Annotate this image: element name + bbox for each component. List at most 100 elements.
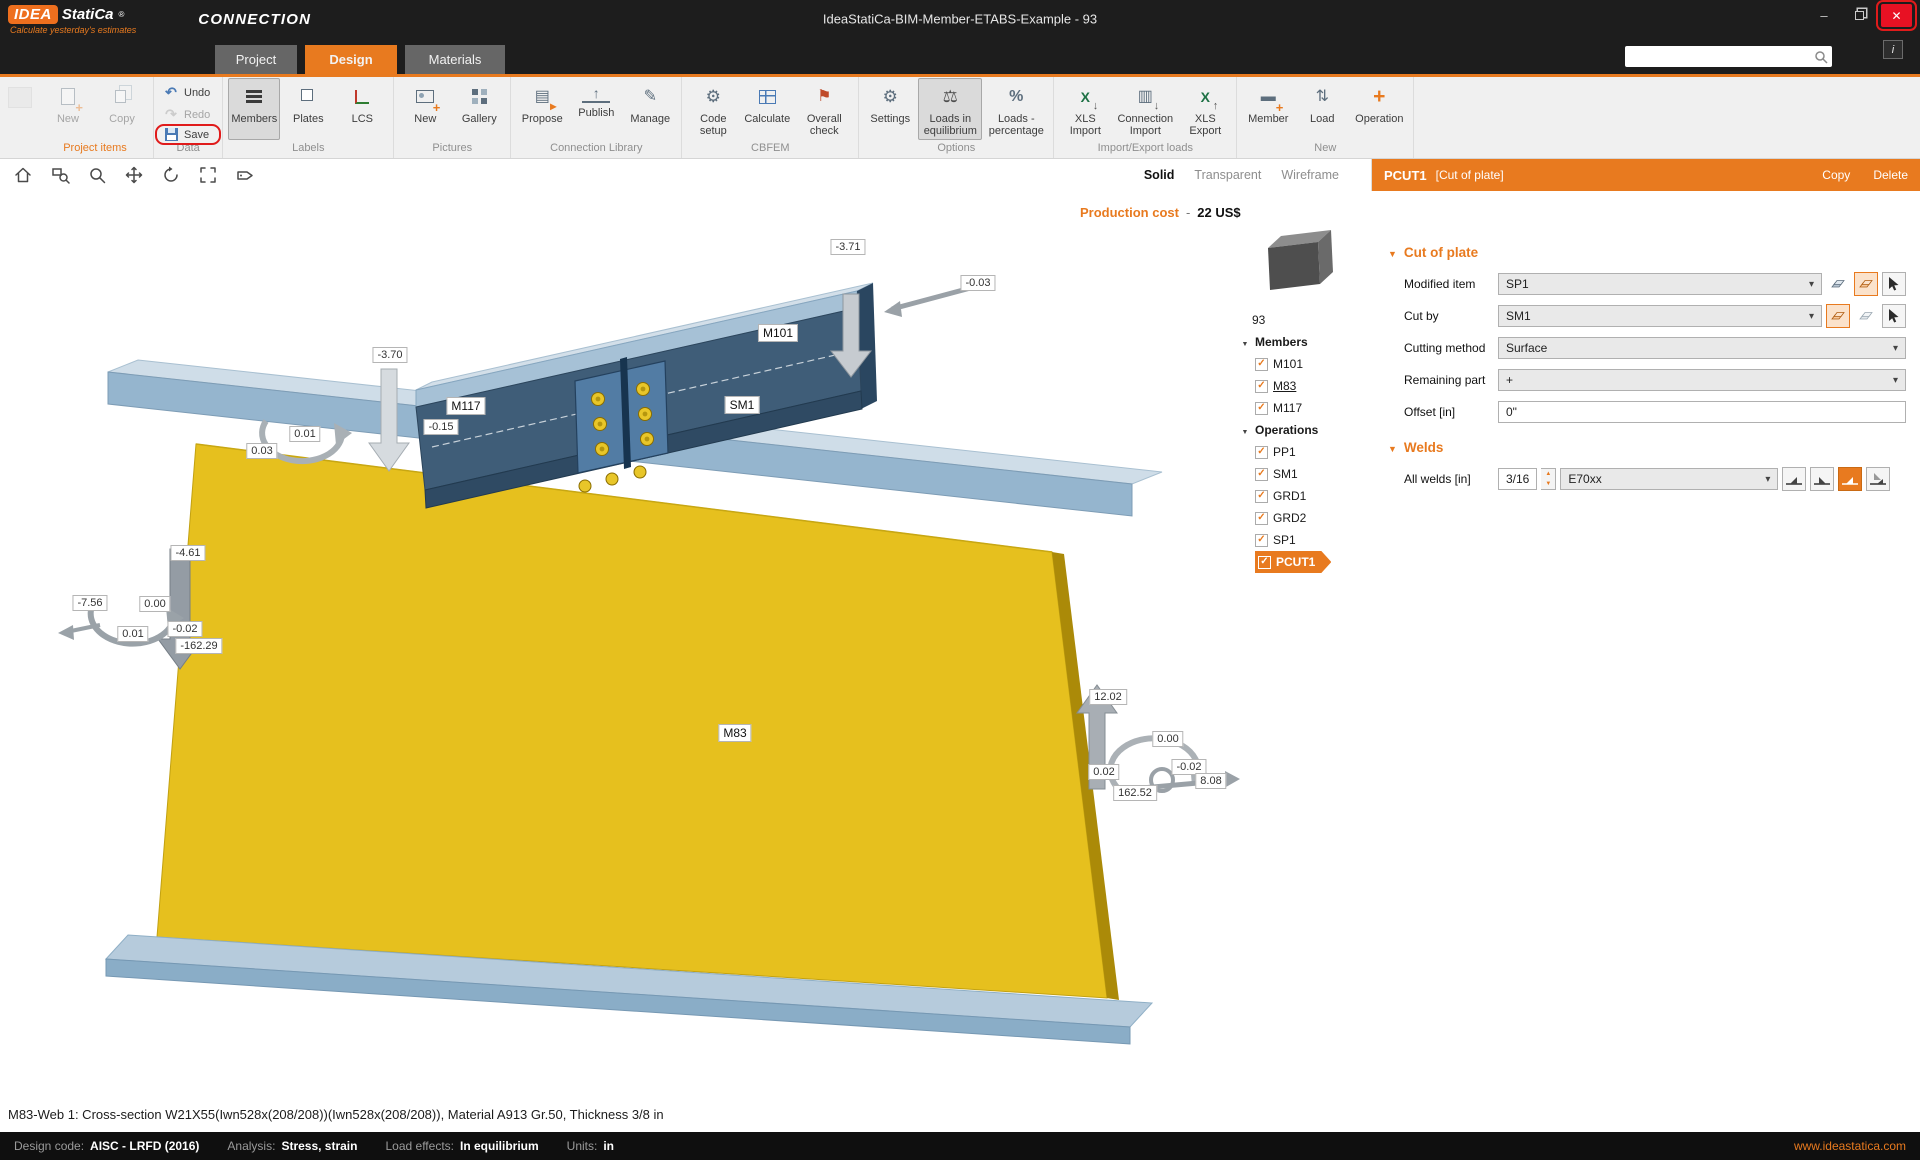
tree-item-grd2[interactable]: GRD2 [1273, 511, 1306, 525]
new-load-button[interactable]: Load [1296, 78, 1348, 140]
copy-project-item-button[interactable]: Copy [96, 78, 148, 140]
new-member-button[interactable]: Member [1242, 78, 1294, 140]
pick-in-scene-button[interactable] [1882, 272, 1906, 296]
cutting-method-dropdown[interactable]: Surface [1498, 337, 1906, 359]
tab-design[interactable]: Design [305, 45, 397, 74]
minimize-button[interactable]: – [1811, 4, 1837, 26]
search-input[interactable] [1625, 50, 1814, 64]
tree-item-pp1[interactable]: PP1 [1273, 445, 1296, 459]
tree-item-m101[interactable]: M101 [1273, 357, 1303, 371]
zoom-button[interactable] [82, 162, 112, 188]
members-labels-button[interactable]: Members [228, 78, 280, 140]
new-project-item-button[interactable]: New [42, 78, 94, 140]
collapse-arrow-icon[interactable] [1388, 440, 1397, 455]
checkbox-grd2[interactable] [1255, 512, 1268, 525]
website-link[interactable]: www.ideastatica.com [1794, 1139, 1906, 1153]
rotate-view-button[interactable] [156, 162, 186, 188]
new-operation-button[interactable]: Operation [1350, 78, 1408, 140]
pick-in-scene-button[interactable] [1882, 304, 1906, 328]
redo-button[interactable]: Redo [159, 105, 217, 124]
offset-input[interactable]: 0" [1498, 401, 1906, 423]
pan-button[interactable] [119, 162, 149, 188]
zoom-window-button[interactable] [45, 162, 75, 188]
undo-button[interactable]: Undo [159, 83, 217, 102]
collapse-arrow-icon[interactable] [1388, 245, 1397, 260]
weld-type-button-3[interactable] [1838, 467, 1862, 491]
mode-solid[interactable]: Solid [1144, 168, 1175, 182]
edit-plate-button[interactable] [1854, 272, 1878, 296]
plates-labels-button[interactable]: Plates [282, 78, 334, 140]
info-button[interactable]: i [1883, 40, 1903, 59]
orientation-cube[interactable] [1268, 230, 1333, 290]
stepper-down-icon[interactable]: ▼ [1541, 479, 1555, 489]
electrode-dropdown[interactable]: E70xx [1560, 468, 1778, 490]
modified-item-dropdown[interactable]: SP1 [1498, 273, 1822, 295]
maximize-button[interactable] [1846, 4, 1872, 26]
tab-project[interactable]: Project [215, 45, 297, 74]
calculate-button[interactable]: Calculate [741, 78, 793, 140]
tree-group-operations[interactable]: Operations [1255, 423, 1318, 437]
tree-group-members[interactable]: Members [1255, 335, 1308, 349]
tree-item-pcut1-selected[interactable]: PCUT1 [1255, 551, 1331, 573]
loads-percentage-button[interactable]: Loads - percentage [984, 78, 1048, 140]
tree-item-grd1[interactable]: GRD1 [1273, 489, 1306, 503]
remaining-part-dropdown[interactable]: + [1498, 369, 1906, 391]
fit-view-button[interactable] [193, 162, 223, 188]
gallery-button[interactable]: Gallery [453, 78, 505, 140]
bolt[interactable] [606, 473, 618, 485]
section-welds[interactable]: Welds [1388, 440, 1906, 455]
connection-import-button[interactable]: Connection Import [1113, 78, 1177, 140]
search-box[interactable] [1625, 46, 1832, 67]
overall-check-button[interactable]: Overall check [795, 78, 853, 140]
tree-root-93[interactable]: 93 [1252, 313, 1265, 327]
girder-web-m83[interactable] [157, 444, 1107, 998]
code-setup-button[interactable]: Code setup [687, 78, 739, 140]
tree-item-sm1[interactable]: SM1 [1273, 467, 1298, 481]
3d-viewport[interactable]: Production cost - 22 US$ -3.71 -0.03 M10… [0, 191, 1372, 1132]
weld-size-input[interactable]: 3/16 [1498, 468, 1537, 490]
chevron-down-icon[interactable] [1240, 423, 1250, 437]
plates-icon[interactable] [1854, 304, 1878, 328]
checkbox-pp1[interactable] [1255, 446, 1268, 459]
bolt[interactable] [579, 480, 591, 492]
xls-export-button[interactable]: XLS Export [1179, 78, 1231, 140]
new-picture-button[interactable]: New [399, 78, 451, 140]
save-button[interactable]: Save [159, 127, 217, 142]
checkbox-sm1[interactable] [1255, 468, 1268, 481]
bolt[interactable] [634, 466, 646, 478]
loads-in-equilibrium-button[interactable]: Loads in equilibrium [918, 78, 982, 140]
copy-operation-button[interactable]: Copy [1822, 168, 1850, 182]
label-tool-button[interactable] [230, 162, 260, 188]
xls-import-button[interactable]: XLS Import [1059, 78, 1111, 140]
cut-by-dropdown[interactable]: SM1 [1498, 305, 1822, 327]
tree-item-m117[interactable]: M117 [1273, 401, 1302, 415]
close-button[interactable]: ✕ [1881, 4, 1912, 27]
section-cut-of-plate[interactable]: Cut of plate [1388, 245, 1906, 260]
lcs-button[interactable]: LCS [336, 78, 388, 140]
settings-button[interactable]: Settings [864, 78, 916, 140]
select-member-button[interactable] [1826, 304, 1850, 328]
3d-scene[interactable] [0, 191, 1372, 1132]
checkbox-m83[interactable] [1255, 380, 1268, 393]
weld-type-button-4[interactable] [1866, 467, 1890, 491]
weld-type-button-1[interactable] [1782, 467, 1806, 491]
checkbox-m101[interactable] [1255, 358, 1268, 371]
weld-type-button-2[interactable] [1810, 467, 1834, 491]
manage-button[interactable]: Manage [624, 78, 676, 140]
checkbox-m117[interactable] [1255, 402, 1268, 415]
chevron-down-icon[interactable] [1240, 335, 1250, 349]
plates-icon[interactable] [1826, 272, 1850, 296]
checkbox-grd1[interactable] [1255, 490, 1268, 503]
tree-item-sp1[interactable]: SP1 [1273, 533, 1296, 547]
propose-button[interactable]: Propose [516, 78, 568, 140]
tab-materials[interactable]: Materials [405, 45, 505, 74]
checkbox-sp1[interactable] [1255, 534, 1268, 547]
weld-size-stepper[interactable]: ▲▼ [1541, 468, 1556, 490]
checkbox-pcut1[interactable] [1258, 556, 1271, 569]
mode-transparent[interactable]: Transparent [1194, 168, 1261, 182]
stepper-up-icon[interactable]: ▲ [1541, 469, 1555, 479]
home-view-button[interactable] [8, 162, 38, 188]
tree-item-m83[interactable]: M83 [1273, 379, 1296, 393]
delete-operation-button[interactable]: Delete [1873, 168, 1908, 182]
mode-wireframe[interactable]: Wireframe [1281, 168, 1339, 182]
